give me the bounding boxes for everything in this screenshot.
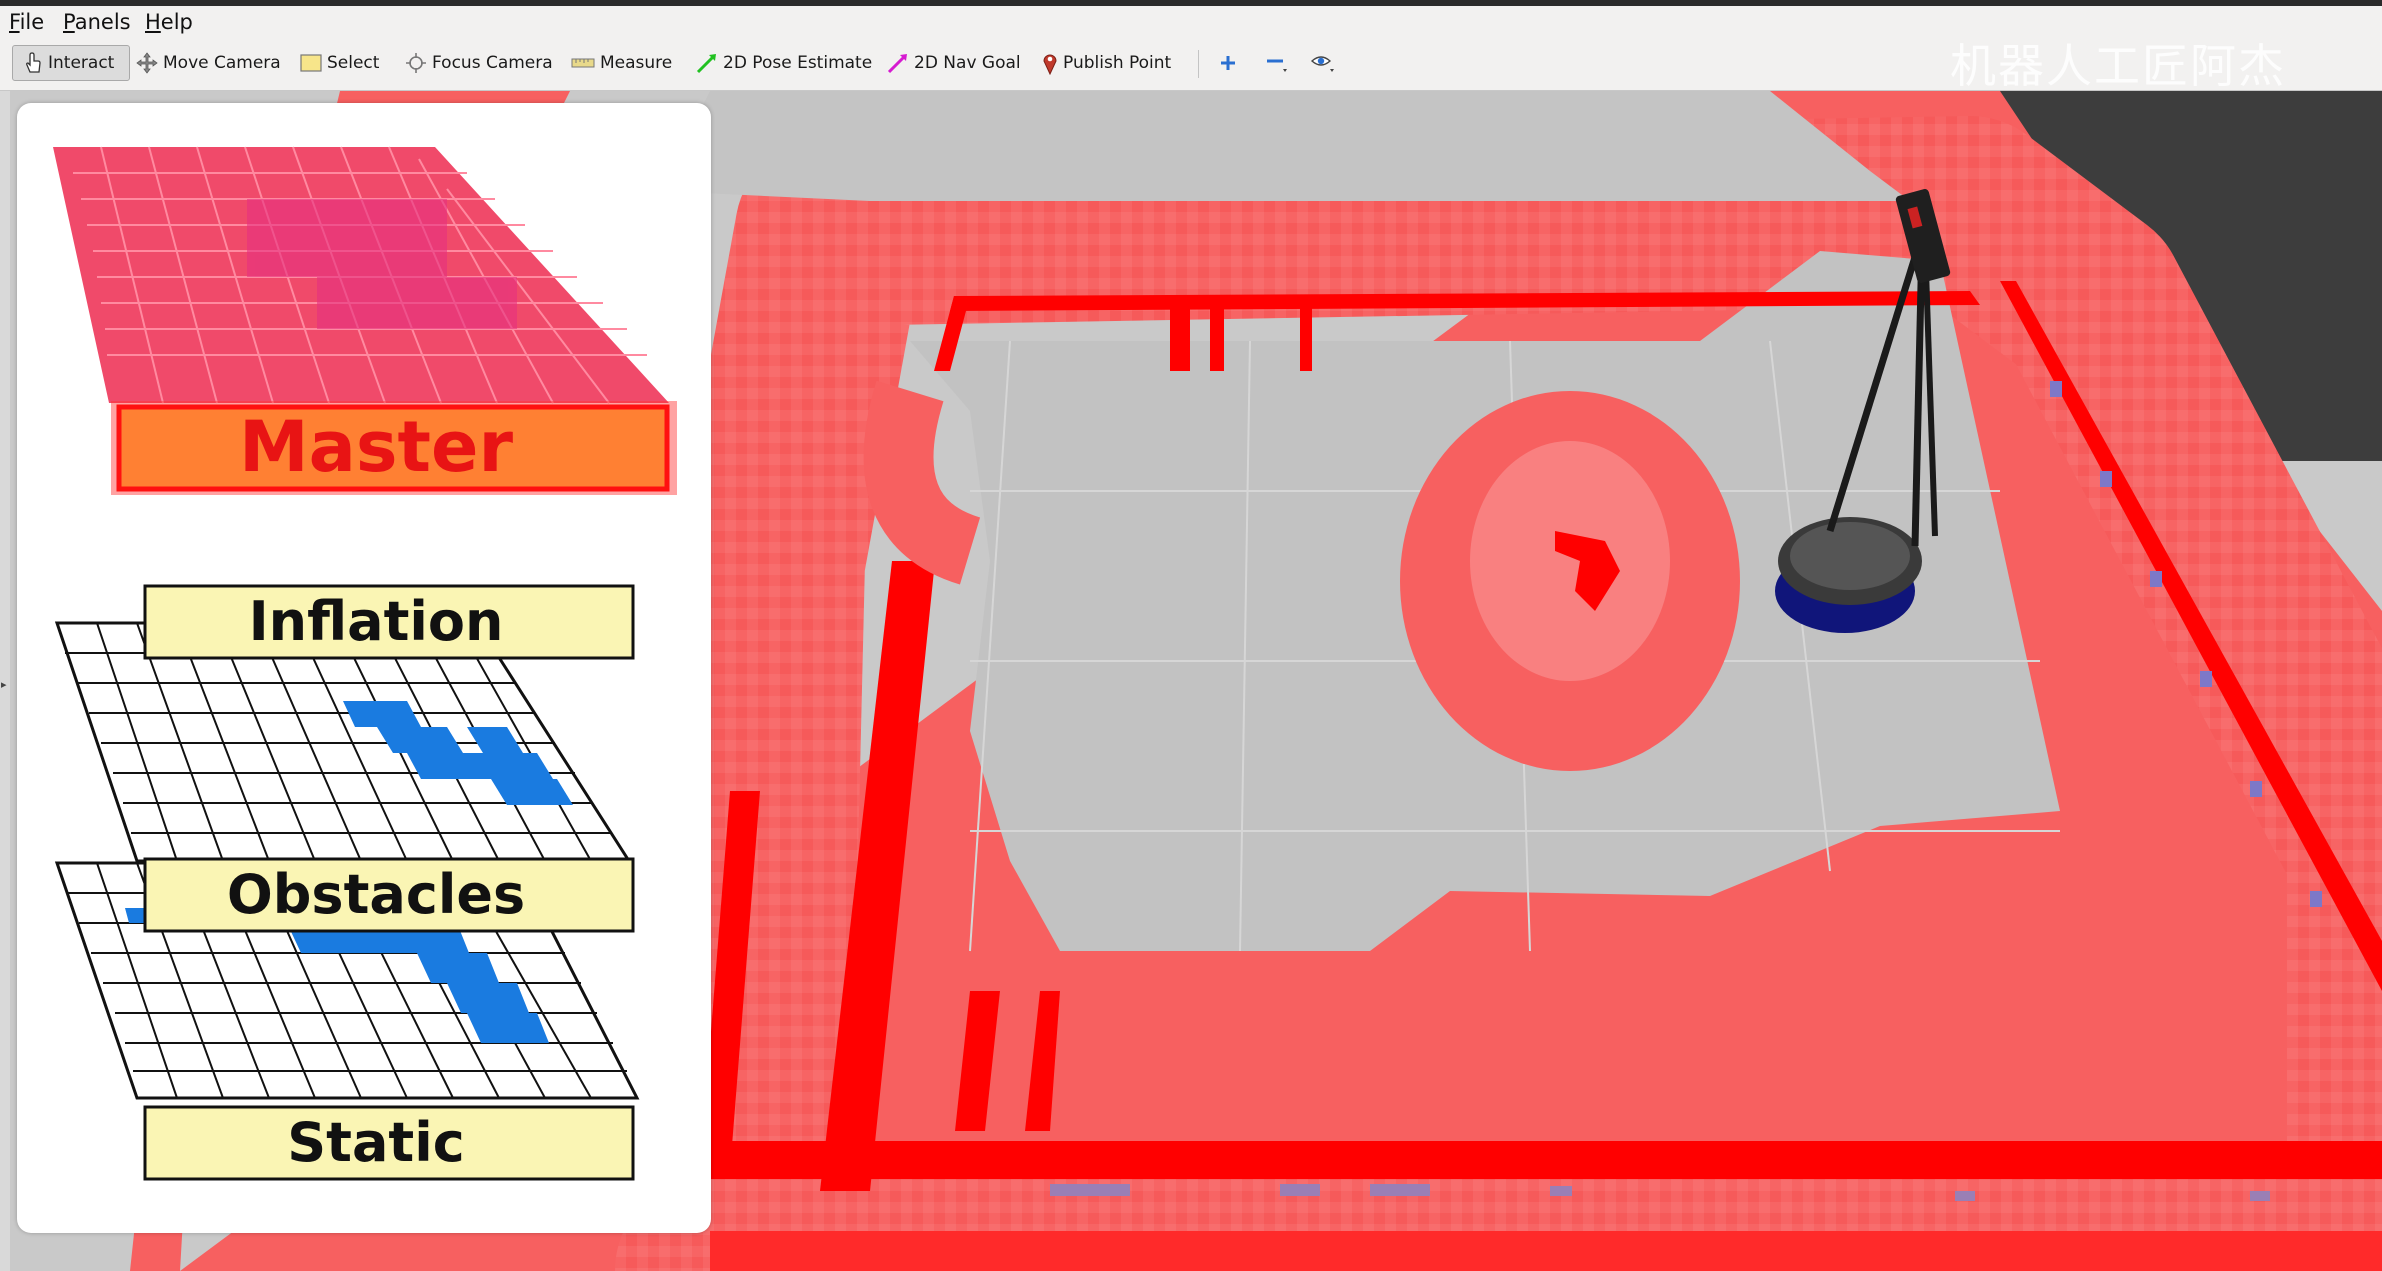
- measure-tool-button[interactable]: Measure: [571, 45, 672, 81]
- expand-panel-arrow-icon[interactable]: ▸: [1, 678, 7, 691]
- menu-panels-label: anels: [74, 10, 131, 34]
- menu-file[interactable]: File: [9, 10, 44, 34]
- select-box-icon: [300, 54, 322, 72]
- pose-estimate-tool-label: 2D Pose Estimate: [723, 53, 873, 73]
- move-camera-tool-button[interactable]: Move Camera: [136, 45, 281, 81]
- menu-file-label: ile: [19, 10, 45, 34]
- remove-tool-button[interactable]: [1265, 45, 1294, 81]
- watermark-text: 机器人工匠阿杰: [1950, 39, 2286, 93]
- select-tool-button[interactable]: Select: [300, 45, 379, 81]
- focus-camera-tool-label: Focus Camera: [432, 53, 553, 73]
- bottom-lethal-boundary: [710, 1231, 2382, 1271]
- menu-panels-mnemonic: P: [63, 10, 75, 34]
- master-layer-label: Master: [238, 406, 514, 488]
- move-arrows-icon: [136, 52, 158, 74]
- interact-tool-label: Interact: [48, 53, 115, 73]
- layers-illustration: [53, 146, 677, 1181]
- menu-file-mnemonic: F: [9, 10, 20, 34]
- costmap-layers-diagram: Master Inflation Obstacles Static: [17, 103, 711, 1233]
- select-tool-label: Select: [327, 53, 380, 73]
- minus-icon: [1267, 59, 1287, 72]
- plus-icon: [1221, 56, 1235, 70]
- magenta-arrow-icon: [887, 54, 907, 74]
- menu-panels[interactable]: Panels: [63, 10, 131, 34]
- static-layer-label: Static: [287, 1111, 465, 1174]
- inflated-central-core: [1470, 441, 1670, 681]
- focus-target-icon: [406, 53, 426, 73]
- obstacles-layer-label: Obstacles: [226, 863, 526, 926]
- outer-free-space: [660, 91, 1910, 201]
- nav-goal-tool-label: 2D Nav Goal: [914, 53, 1021, 73]
- view-options-button[interactable]: [1310, 45, 1343, 81]
- focus-camera-tool-button[interactable]: Focus Camera: [405, 45, 553, 81]
- green-arrow-icon: [696, 54, 716, 74]
- pose-estimate-tool-button[interactable]: 2D Pose Estimate: [696, 45, 872, 81]
- interact-tool-button[interactable]: Interact: [12, 45, 130, 81]
- eye-icon: [1310, 56, 1334, 72]
- menu-help[interactable]: Help: [145, 10, 193, 34]
- hand-pointer-icon: [26, 52, 41, 73]
- measure-tool-label: Measure: [600, 53, 673, 73]
- menu-help-mnemonic: H: [145, 10, 161, 34]
- ruler-icon: [571, 58, 595, 68]
- publish-point-tool-label: Publish Point: [1063, 53, 1172, 73]
- toolbar-separator: [1198, 50, 1199, 78]
- move-camera-tool-label: Move Camera: [163, 53, 281, 73]
- nav-goal-tool-button[interactable]: 2D Nav Goal: [887, 45, 1021, 81]
- add-tool-button[interactable]: [1218, 45, 1243, 81]
- menu-help-label: elp: [160, 10, 193, 34]
- inflation-layer-label: Inflation: [248, 590, 504, 653]
- map-pin-icon: [1043, 54, 1057, 75]
- publish-point-tool-button[interactable]: Publish Point: [1042, 45, 1171, 81]
